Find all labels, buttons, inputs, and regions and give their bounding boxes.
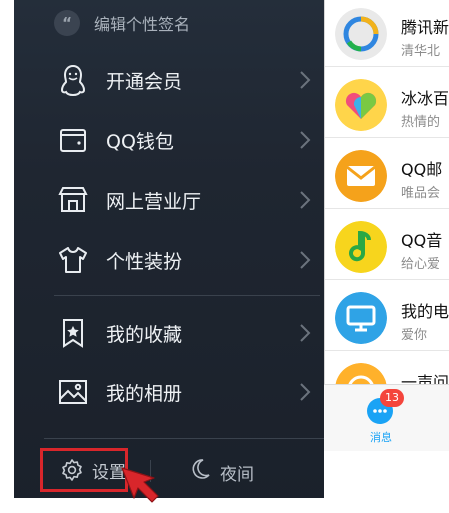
message-preview: 给心爱	[401, 257, 441, 272]
message-row[interactable]: 腾讯新 清华北	[325, 0, 449, 67]
message-preview: 爱你	[401, 328, 428, 343]
message-row[interactable]: 冰冰百 热情的	[325, 71, 449, 138]
chevron-right-icon	[300, 251, 311, 269]
tab-bar: 13 消息	[324, 384, 449, 451]
message-preview: 唯品会	[401, 186, 441, 201]
menu-item-label: 我的收藏	[106, 323, 183, 346]
menu-item-label: 个性装扮	[106, 250, 183, 273]
menu-item-vip[interactable]: 开通会员	[14, 55, 324, 105]
message-title: QQ邮	[401, 160, 443, 179]
moon-icon	[192, 459, 210, 479]
menu-divider	[54, 295, 320, 296]
tencent-news-avatar	[335, 8, 387, 60]
unread-badge: 13	[380, 389, 404, 407]
chevron-right-icon	[300, 324, 311, 342]
menu-item-wallet[interactable]: QQ钱包	[14, 115, 324, 165]
message-title: 腾讯新	[401, 18, 449, 37]
message-list: 腾讯新 清华北 冰冰百 热情的 QQ邮 唯品会 QQ音 给心爱 我的电 爱你 一…	[324, 0, 449, 450]
heart-app-avatar	[335, 79, 387, 131]
message-row[interactable]: QQ邮 唯品会	[325, 142, 449, 209]
side-drawer: “ 编辑个性签名 开通会员 QQ钱包 网上营业厅 个性装扮 我的收藏 我的相册 …	[14, 0, 324, 498]
message-row[interactable]: 我的电 爱你	[325, 284, 449, 351]
menu-item-favorites[interactable]: 我的收藏	[14, 308, 324, 358]
message-preview: 热情的	[401, 115, 441, 130]
chevron-right-icon	[300, 131, 311, 149]
menu-item-label: 我的相册	[106, 382, 183, 405]
menu-item-themes[interactable]: 个性装扮	[14, 235, 324, 285]
settings-highlight-box	[40, 448, 128, 492]
red-arrow-icon	[121, 467, 159, 503]
chevron-right-icon	[300, 191, 311, 209]
menu-item-label: QQ钱包	[106, 130, 174, 153]
message-title: 冰冰百	[401, 89, 449, 108]
bookmark-star-icon	[63, 319, 83, 348]
menu-item-album[interactable]: 我的相册	[14, 367, 324, 417]
wallet-icon	[60, 129, 86, 152]
bottom-divider	[44, 438, 324, 439]
storefront-icon	[58, 187, 88, 212]
edit-signature-label: 编辑个性签名	[94, 15, 191, 34]
night-mode-label: 夜间	[220, 465, 254, 485]
photo-album-icon	[59, 380, 87, 404]
chevron-right-icon	[300, 383, 311, 401]
tab-messages-label: 消息	[370, 431, 392, 444]
tab-messages[interactable]: 13 消息	[358, 389, 418, 449]
menu-item-label: 网上营业厅	[106, 190, 202, 213]
message-row[interactable]: QQ音 给心爱	[325, 213, 449, 280]
message-title: QQ音	[401, 231, 443, 250]
tshirt-icon	[59, 247, 87, 273]
music-note-avatar	[335, 221, 387, 273]
edit-signature-row[interactable]: “ 编辑个性签名	[54, 9, 190, 37]
message-preview: 清华北	[401, 44, 441, 59]
message-title: 我的电	[401, 302, 449, 321]
quote-icon: “	[54, 10, 80, 36]
penguin-icon	[60, 64, 86, 97]
menu-item-label: 开通会员	[106, 70, 183, 93]
menu-item-service-hall[interactable]: 网上营业厅	[14, 175, 324, 225]
mail-avatar	[335, 150, 387, 202]
computer-avatar	[335, 292, 387, 344]
chevron-right-icon	[300, 71, 311, 89]
night-mode-button[interactable]: 夜间	[182, 452, 272, 488]
